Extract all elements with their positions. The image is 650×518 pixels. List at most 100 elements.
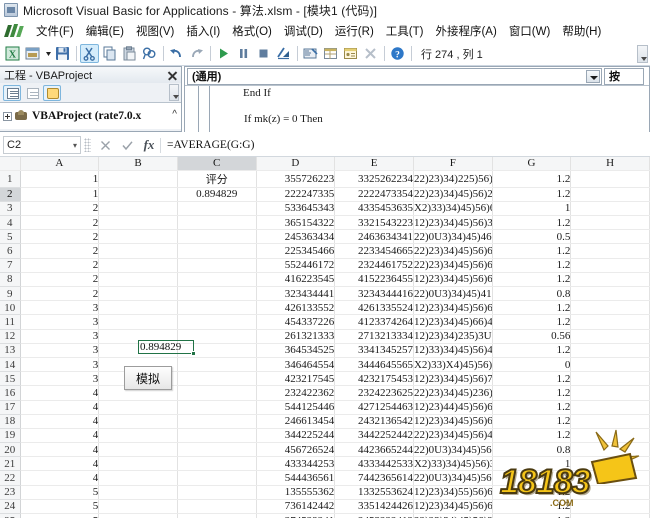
table-row[interactable]: 103 426133552426133552412)23)34)45)56)61.… (0, 300, 650, 316)
cell-E10[interactable]: 4261335524 (334, 300, 414, 316)
cell-G1[interactable]: 1.2 (492, 170, 572, 188)
cell-H25[interactable] (570, 513, 650, 518)
menu-item-insert[interactable]: 插入(I) (180, 21, 226, 41)
cell-H22[interactable] (570, 470, 650, 486)
cell-D10[interactable]: 426133552 (256, 300, 336, 316)
cell-B1[interactable] (98, 170, 178, 188)
chevron-down-icon[interactable]: ▾ (73, 141, 77, 150)
cell-C1[interactable]: 评分 (177, 170, 257, 188)
table-row[interactable]: 143 3464645543444645565X2)33)X4)45)56)60 (0, 357, 650, 373)
cell-F10[interactable]: 12)23)34)45)56)6 (413, 300, 493, 316)
cell-G17[interactable]: 1.2 (492, 400, 572, 415)
cell-A10[interactable]: 3 (20, 300, 100, 316)
row-header[interactable]: 21 (0, 456, 21, 472)
row-header[interactable]: 8 (0, 272, 21, 288)
cell-A1[interactable]: 1 (20, 170, 100, 188)
cell-H15[interactable] (570, 371, 650, 387)
cell-B8[interactable] (98, 272, 178, 288)
cell-D2[interactable]: 222247335 (256, 187, 336, 202)
cell-G23[interactable]: 1.2 (492, 485, 572, 500)
table-row[interactable]: 72 552446172232446175222)23)34)45)56)61.2 (0, 258, 650, 273)
row-header[interactable]: 19 (0, 428, 21, 444)
cell-G3[interactable]: 1 (492, 201, 572, 217)
enter-icon[interactable] (116, 136, 138, 154)
cell-G6[interactable]: 1.2 (492, 243, 572, 259)
cell-C22[interactable] (177, 470, 257, 486)
table-row[interactable]: 113 454337226412337426412)23)34)45)66)421… (0, 314, 650, 330)
cell-H23[interactable] (570, 485, 650, 500)
toolbox-icon[interactable] (361, 44, 380, 63)
cell-B25[interactable] (98, 513, 178, 518)
cell-F25[interactable]: 22)23)34)45)56)24 (413, 513, 493, 518)
column-header-f[interactable]: F (413, 157, 493, 171)
cell-F16[interactable]: 22)23)34)45)236)6 (413, 385, 493, 401)
column-header-b[interactable]: B (98, 157, 178, 171)
cell-F13[interactable]: 12)33)34)45)56)42 (413, 343, 493, 358)
cell-D14[interactable]: 346464554 (256, 357, 336, 373)
table-row[interactable]: 164232422362232422362522)23)34)45)236)61… (0, 385, 650, 401)
row-header[interactable]: 15 (0, 371, 21, 387)
cell-A22[interactable]: 4 (20, 470, 100, 486)
cell-C13[interactable] (177, 343, 257, 358)
tree-item-vbaproject[interactable]: VBAProject (rate7.0.x (32, 110, 141, 122)
name-box[interactable]: C2 ▾ (3, 136, 81, 154)
project-explorer-icon[interactable] (301, 44, 320, 63)
cell-G10[interactable]: 1.2 (492, 300, 572, 316)
table-row[interactable]: 42 365154322332154322312)23)34)45)56)331.… (0, 215, 650, 231)
menu-item-view[interactable]: 视图(V) (130, 21, 180, 41)
table-row[interactable]: 235 135555362133255362412)23)34)55)56)61.… (0, 485, 650, 500)
cell-G13[interactable]: 1.2 (492, 343, 572, 358)
cell-G18[interactable]: 1.2 (492, 414, 572, 429)
cell-F7[interactable]: 22)23)34)45)56)6 (413, 258, 493, 273)
cell-D13[interactable]: 364534525 (256, 343, 336, 358)
cell-B2[interactable] (98, 187, 178, 202)
cell-F3[interactable]: X2)33)34)45)56)6 (413, 201, 493, 217)
table-row[interactable]: 214 4333442534333442533X2)33)34)45)56)331 (0, 456, 650, 472)
cell-F5[interactable]: 22)0U3)34)45)46)6 (413, 229, 493, 245)
cell-E22[interactable]: 7442365614 (334, 470, 414, 486)
table-row[interactable]: 174 544125446427125446312)23)44)45)56)61.… (0, 400, 650, 415)
cell-A17[interactable]: 4 (20, 400, 100, 415)
table-row[interactable]: 52 245363434246363434122)0U3)34)45)46)60.… (0, 229, 650, 245)
cell-B10[interactable] (98, 300, 178, 316)
cell-G9[interactable]: 0.8 (492, 286, 572, 302)
cell-B6[interactable] (98, 243, 178, 259)
view-excel-icon[interactable]: X (3, 44, 22, 63)
cell-A6[interactable]: 2 (20, 243, 100, 259)
view-code-icon[interactable] (3, 84, 21, 101)
cell-E25[interactable]: 2453222412 (334, 513, 414, 518)
cell-H5[interactable] (570, 229, 650, 245)
cell-B22[interactable] (98, 470, 178, 486)
cell-E3[interactable]: 4335453635 (334, 201, 414, 217)
cell-C5[interactable] (177, 229, 257, 245)
cell-B9[interactable] (98, 286, 178, 302)
insert-userform-icon[interactable] (23, 44, 42, 63)
table-row[interactable]: 194 344225244344225244222)23)34)45)56)421… (0, 428, 650, 444)
cell-E2[interactable]: 2222473354 (334, 187, 414, 202)
row-header[interactable]: 23 (0, 485, 21, 500)
row-header[interactable]: 18 (0, 414, 21, 429)
table-row[interactable]: 153 423217545423217545312)23)34)45)56)71.… (0, 371, 650, 387)
cell-B18[interactable] (98, 414, 178, 429)
cell-A21[interactable]: 4 (20, 456, 100, 472)
cell-F21[interactable]: X2)33)34)45)56)33 (413, 456, 493, 472)
cell-A18[interactable]: 4 (20, 414, 100, 429)
cell-B13[interactable] (98, 343, 178, 358)
cell-F24[interactable]: 12)23)34)45)56)6 (413, 499, 493, 515)
cell-E18[interactable]: 2432136542 (334, 414, 414, 429)
cell-H6[interactable] (570, 243, 650, 259)
cell-H11[interactable] (570, 314, 650, 330)
cut-icon[interactable] (80, 44, 99, 63)
cell-B17[interactable] (98, 400, 178, 415)
cell-D23[interactable]: 135555362 (256, 485, 336, 500)
cell-C14[interactable] (177, 357, 257, 373)
cell-D22[interactable]: 544436561 (256, 470, 336, 486)
cell-H8[interactable] (570, 272, 650, 288)
select-all-corner[interactable] (0, 157, 21, 171)
cell-G21[interactable]: 1 (492, 456, 572, 472)
cell-A16[interactable]: 4 (20, 385, 100, 401)
cell-G19[interactable]: 1.2 (492, 428, 572, 444)
row-header[interactable]: 12 (0, 329, 21, 344)
cell-D16[interactable]: 232422362 (256, 385, 336, 401)
cell-C12[interactable] (177, 329, 257, 344)
